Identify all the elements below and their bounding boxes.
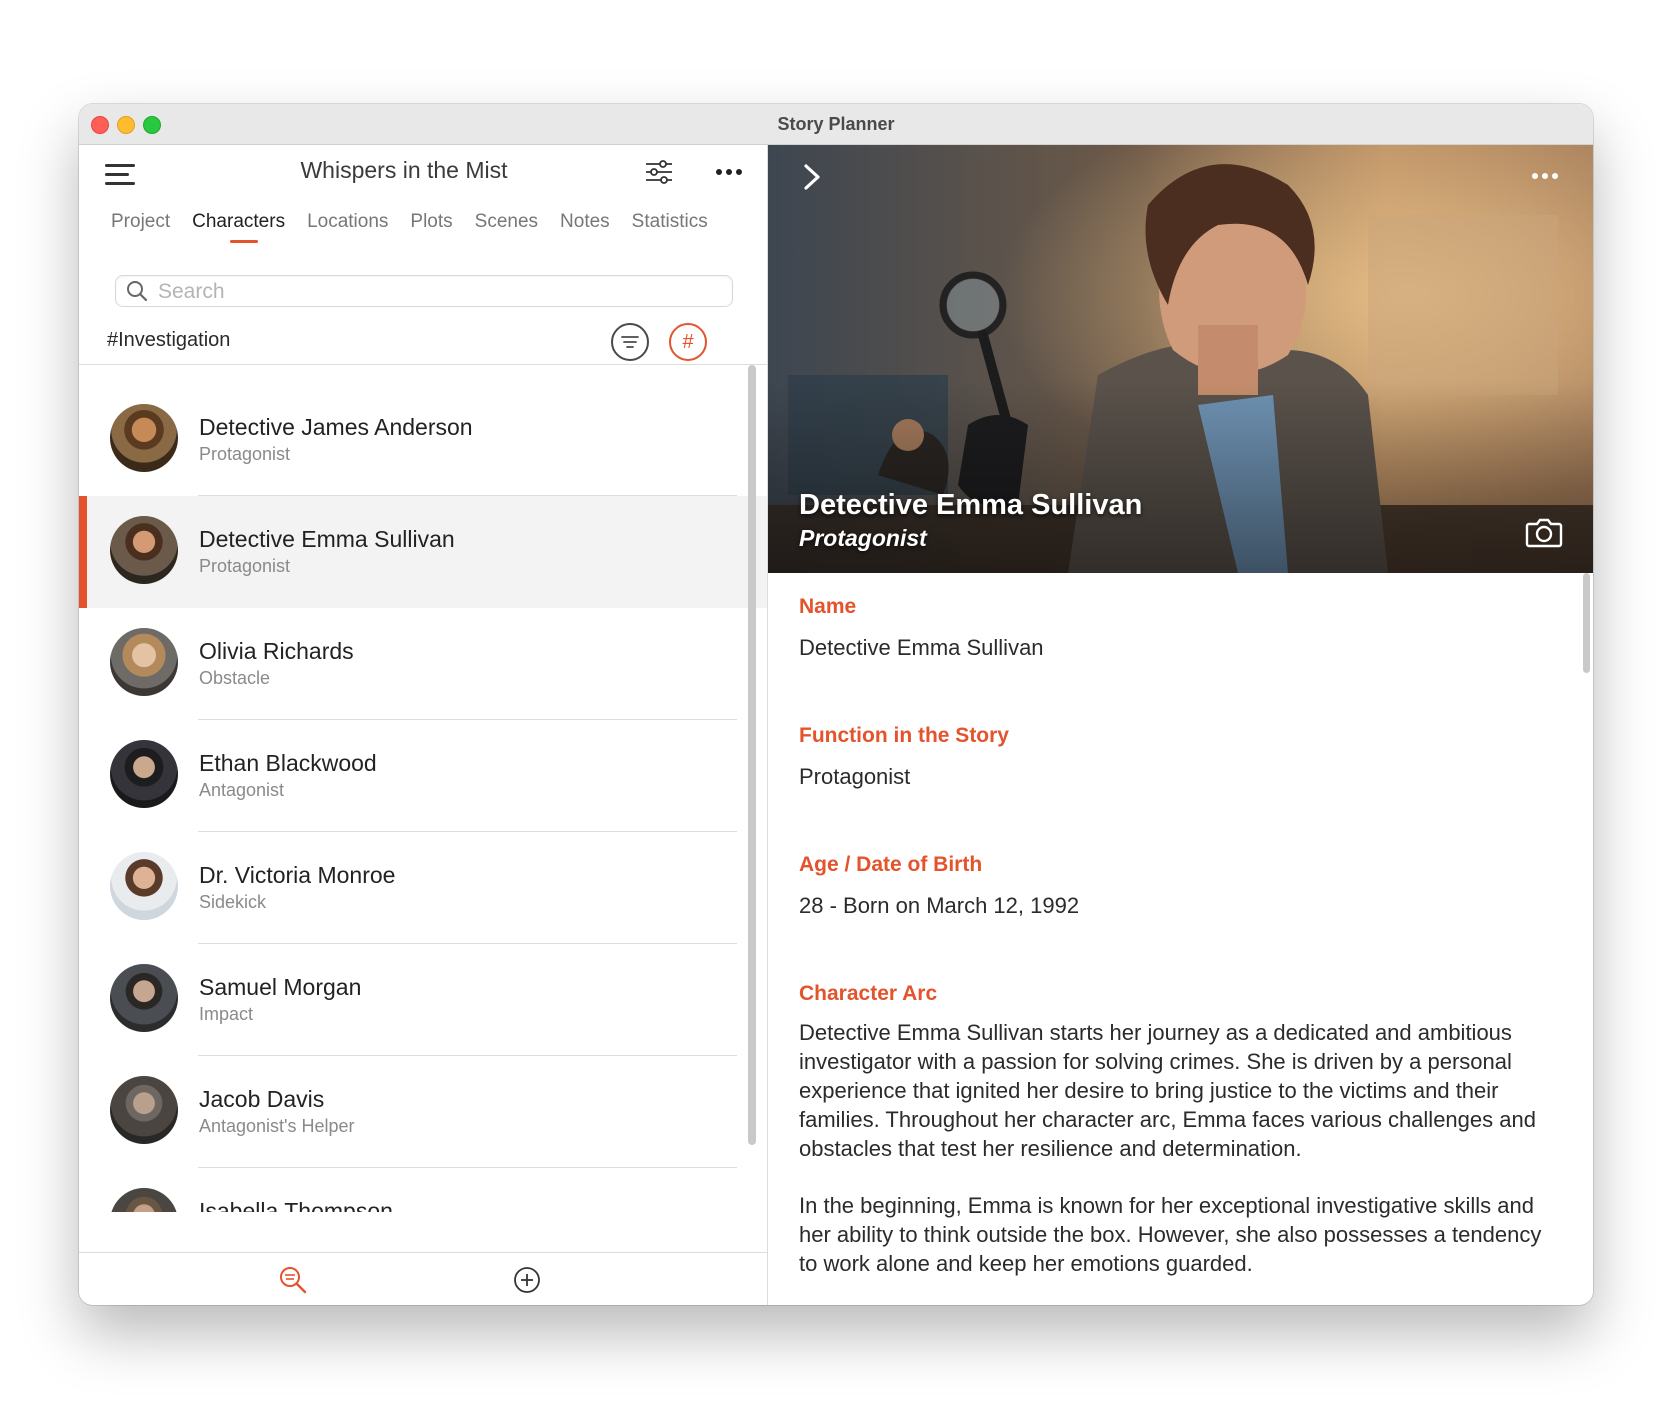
avatar [110, 740, 178, 808]
list-item[interactable]: Isabella Thompson [79, 1168, 767, 1212]
field-character-arc: Character Arc Detective Emma Sullivan st… [799, 982, 1559, 1278]
window-title: Story Planner [777, 114, 895, 134]
character-role: Obstacle [199, 668, 271, 688]
field-name: Name Detective Emma Sullivan [799, 595, 1559, 724]
hero-character-role: Protagonist [799, 525, 927, 551]
list-item[interactable]: Detective James Anderson Protagonist [79, 384, 767, 496]
tab-characters[interactable]: Characters [192, 211, 285, 243]
character-name: Dr. Victoria Monroe [199, 862, 396, 888]
character-name: Detective James Anderson [199, 414, 473, 440]
character-name: Ethan Blackwood [199, 750, 377, 776]
character-role: Sidekick [199, 892, 267, 912]
field-label: Character Arc [799, 982, 938, 1005]
search-field[interactable] [115, 275, 733, 308]
character-name: Isabella Thompson [199, 1198, 393, 1212]
tab-plots[interactable]: Plots [410, 211, 452, 233]
menu-icon[interactable] [105, 162, 135, 186]
character-fields: Name Detective Emma Sullivan Function in… [799, 595, 1559, 1278]
character-role: Antagonist's Helper [199, 1116, 355, 1136]
tab-locations[interactable]: Locations [307, 211, 388, 233]
section-tabs: Project Characters Locations Plots Scenes Not… [111, 211, 767, 251]
tab-project[interactable]: Project [111, 211, 170, 233]
field-value[interactable]: Detective Emma Sullivan [799, 633, 1559, 662]
add-circle-icon[interactable] [512, 1265, 542, 1295]
list-item[interactable]: Ethan Blackwood Antagonist [79, 720, 767, 832]
field-value[interactable]: 28 - Born on March 12, 1992 [799, 891, 1559, 920]
character-name: Jacob Davis [199, 1086, 325, 1112]
character-role: Impact [199, 1004, 254, 1024]
detail-scrollbar[interactable] [1583, 573, 1590, 673]
tab-scenes[interactable]: Scenes [475, 211, 538, 233]
more-options-icon[interactable] [1528, 171, 1562, 181]
filter-lines-icon [621, 336, 639, 348]
tab-statistics[interactable]: Statistics [632, 211, 708, 233]
filter-button[interactable] [611, 323, 649, 361]
search-input[interactable] [156, 276, 720, 308]
field-value[interactable]: Protagonist [799, 762, 1559, 791]
list-item-selected[interactable]: Detective Emma Sullivan Protagonist [79, 496, 767, 608]
more-options-icon[interactable] [712, 167, 746, 177]
list-item[interactable]: Olivia Richards Obstacle [79, 608, 767, 720]
character-name: Olivia Richards [199, 638, 354, 664]
character-detail-panel: Detective Emma Sullivan Protagonist Name… [768, 145, 1593, 1305]
tag-filter-bar: #Investigation # [79, 319, 767, 365]
arc-paragraph[interactable]: Detective Emma Sullivan starts her journ… [799, 1018, 1559, 1163]
avatar [110, 1076, 178, 1144]
search-icon [127, 281, 148, 302]
character-list: Detective James Anderson Protagonist Det… [79, 365, 767, 1212]
list-item[interactable]: Jacob Davis Antagonist's Helper [79, 1056, 767, 1168]
list-item[interactable]: Dr. Victoria Monroe Sidekick [79, 832, 767, 944]
active-tag-label: #Investigation [107, 329, 231, 351]
field-label: Name [799, 595, 857, 618]
character-role: Protagonist [199, 556, 291, 576]
title-bar: Story Planner [79, 104, 1593, 145]
hashtag-button[interactable]: # [669, 323, 707, 361]
list-item[interactable]: Samuel Morgan Impact [79, 944, 767, 1056]
camera-icon[interactable] [1524, 515, 1564, 549]
character-name: Detective Emma Sullivan [199, 526, 455, 552]
avatar [110, 852, 178, 920]
search-filter-icon[interactable] [278, 1265, 308, 1295]
avatar [110, 964, 178, 1032]
field-function: Function in the Story Protagonist [799, 724, 1559, 853]
avatar [110, 628, 178, 696]
field-label: Function in the Story [799, 724, 1009, 747]
avatar [110, 1188, 178, 1212]
project-title: Whispers in the Mist [300, 157, 508, 183]
character-portrait: Detective Emma Sullivan Protagonist [768, 145, 1593, 573]
avatar [110, 404, 178, 472]
list-scrollbar[interactable] [748, 365, 756, 1145]
hero-character-name: Detective Emma Sullivan [799, 489, 1143, 521]
tab-notes[interactable]: Notes [560, 211, 610, 233]
character-name: Samuel Morgan [199, 974, 362, 1000]
list-bottom-toolbar [79, 1252, 767, 1305]
avatar [110, 516, 178, 584]
character-list-panel: Whispers in the Mist Project Characters Lo… [79, 145, 768, 1305]
character-role: Antagonist [199, 780, 285, 800]
tune-settings-icon[interactable] [644, 157, 674, 187]
character-role: Protagonist [199, 444, 291, 464]
app-window: Story Planner Whispers in the Mist Proje… [79, 104, 1593, 1305]
chevron-right-icon[interactable] [798, 161, 826, 193]
field-label: Age / Date of Birth [799, 853, 983, 876]
arc-paragraph[interactable]: In the beginning, Emma is known for her … [799, 1191, 1559, 1278]
field-age: Age / Date of Birth 28 - Born on March 1… [799, 853, 1559, 982]
